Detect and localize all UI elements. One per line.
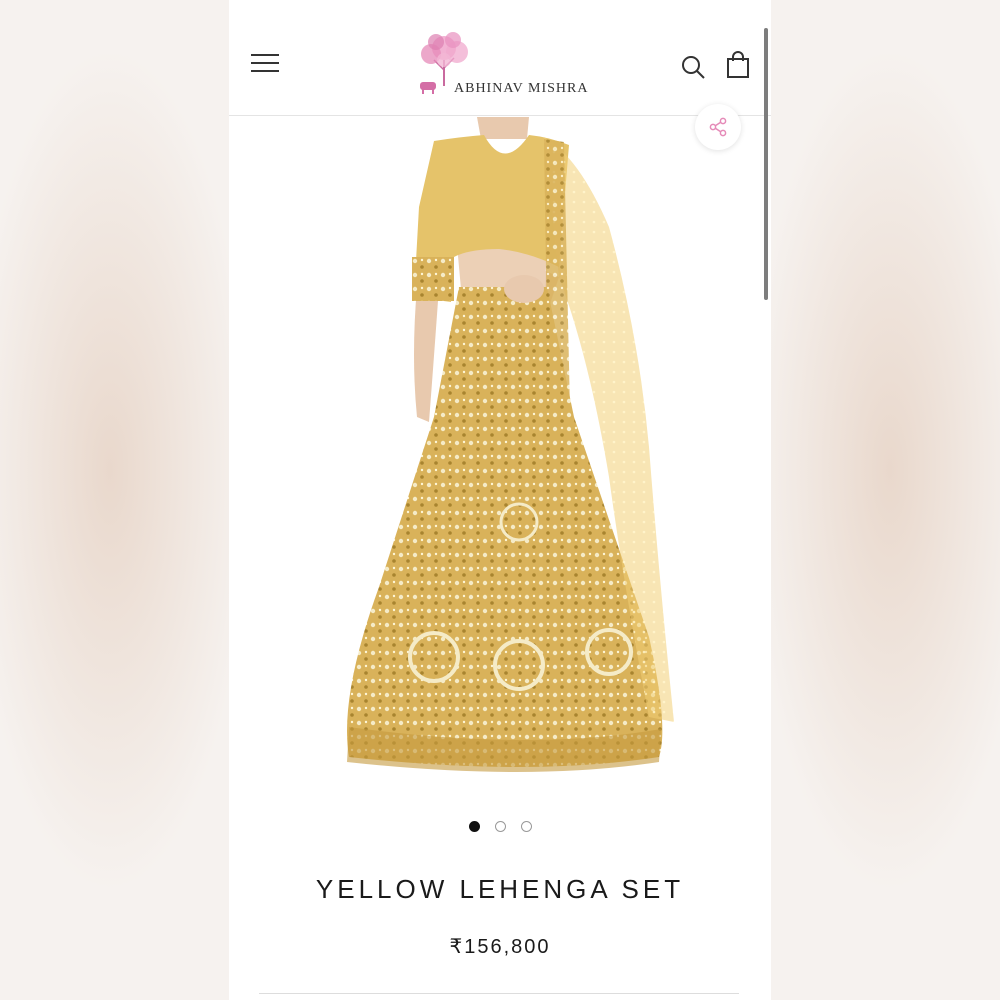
product-title: YELLOW LEHENGA SET: [315, 874, 685, 904]
site-header: ABHINAV MISHRA: [229, 0, 771, 116]
scrollbar[interactable]: [764, 28, 768, 300]
product-price: ₹156,800: [449, 936, 551, 958]
search-icon[interactable]: [681, 55, 707, 81]
carousel-dot-2[interactable]: [495, 821, 506, 832]
mobile-page: ABHINAV MISHRA YELLOW LEHENGA SET ₹156,8…: [229, 0, 771, 1000]
share-button[interactable]: [695, 104, 741, 150]
image-carousel-indicator: [469, 821, 532, 832]
carousel-dot-3[interactable]: [521, 821, 532, 832]
divider: [259, 993, 739, 994]
menu-icon[interactable]: [251, 54, 279, 76]
brand-name: ABHINAV MISHRA: [454, 81, 589, 96]
product-image[interactable]: [229, 117, 771, 787]
shopping-bag-icon[interactable]: [726, 51, 750, 79]
brand-logo[interactable]: ABHINAV MISHRA: [414, 30, 594, 102]
carousel-dot-1[interactable]: [469, 821, 480, 832]
share-icon: [709, 117, 727, 137]
